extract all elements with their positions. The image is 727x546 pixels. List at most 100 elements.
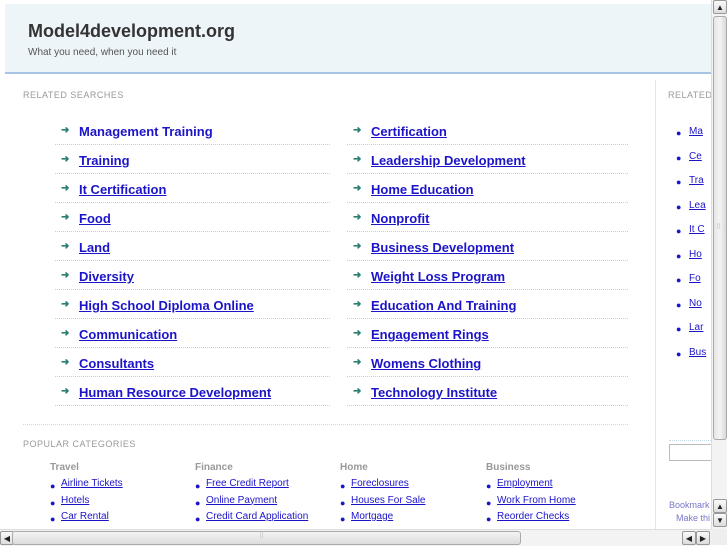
related-search-link[interactable]: It Certification: [79, 182, 166, 197]
scroll-left-arrow-icon[interactable]: ◀: [682, 531, 696, 545]
related-search-item: ➜ Consultants: [55, 348, 330, 377]
category-link[interactable]: Houses For Sale: [351, 495, 425, 506]
right-related-link[interactable]: Lar: [689, 322, 703, 333]
right-related-link[interactable]: Ce: [689, 151, 702, 162]
scroll-up-arrow-icon[interactable]: ▲: [713, 499, 727, 513]
category-link[interactable]: Work From Home: [497, 495, 576, 506]
right-sidebar: RELATED ● Ma ● Ce ● Tra ● Lea ● It C ● Ho ● Fo ● No ● Lar…: [655, 80, 711, 529]
bullet-icon: ●: [676, 250, 682, 261]
page-viewport: Model4development.org What you need, whe…: [0, 0, 711, 529]
related-search-item: ➜ Land: [55, 232, 330, 261]
related-search-link[interactable]: Certification: [371, 124, 447, 139]
category-item: ● Work From Home: [486, 495, 626, 512]
bullet-icon: ●: [676, 299, 682, 310]
grip-icon: ⠿: [716, 224, 721, 231]
related-search-link[interactable]: Land: [79, 240, 110, 255]
related-search-item: ➜ Human Resource Development: [55, 377, 330, 406]
related-searches-left-column: ➜ Management Training ➜ Training ➜ It Certifi…: [55, 116, 330, 406]
category-heading: Home: [340, 462, 368, 473]
related-search-link[interactable]: Technology Institute: [371, 385, 497, 400]
right-related-link[interactable]: Ma: [689, 126, 703, 137]
related-search-link[interactable]: Womens Clothing: [371, 356, 481, 371]
related-search-item: ➜ Engagement Rings: [347, 319, 628, 348]
related-search-link[interactable]: Nonprofit: [371, 211, 429, 226]
arrow-right-icon: ➜: [61, 328, 70, 339]
related-search-item: ➜ Certification: [347, 116, 628, 145]
bullet-icon: ●: [340, 514, 346, 524]
bookmark-link[interactable]: Bookmark: [669, 500, 710, 510]
bullet-icon: ●: [486, 481, 492, 491]
related-search-link[interactable]: Management Training: [79, 124, 213, 139]
right-related-link[interactable]: Fo: [689, 273, 701, 284]
scroll-up-arrow-icon[interactable]: ▲: [713, 0, 727, 14]
category-link[interactable]: Mortgage: [351, 511, 393, 522]
bullet-icon: ●: [195, 514, 201, 524]
related-search-item: ➜ Business Development: [347, 232, 628, 261]
category-link[interactable]: Online Payment: [206, 495, 277, 506]
category-link[interactable]: Employment: [497, 478, 553, 489]
bullet-icon: ●: [195, 481, 201, 491]
category-link[interactable]: Foreclosures: [351, 478, 409, 489]
right-related-link[interactable]: Bus: [689, 347, 706, 358]
bullet-icon: ●: [676, 275, 682, 285]
bullet-icon: ●: [486, 497, 492, 508]
scroll-down-arrow-icon[interactable]: ▼: [713, 513, 727, 527]
category-item: ● Free Credit Report: [195, 478, 335, 495]
related-search-link[interactable]: Communication: [79, 327, 177, 342]
bullet-icon: ●: [340, 497, 346, 508]
right-search-input[interactable]: [669, 444, 711, 461]
scroll-right-arrow-icon[interactable]: ▶: [696, 531, 710, 545]
category-link[interactable]: Reorder Checks: [497, 511, 569, 522]
related-search-link[interactable]: Food: [79, 211, 111, 226]
right-related-link[interactable]: No: [689, 298, 702, 309]
arrow-right-icon: ➜: [61, 270, 70, 281]
related-search-link[interactable]: Human Resource Development: [79, 385, 271, 400]
related-search-link[interactable]: Weight Loss Program: [371, 269, 505, 284]
related-search-link[interactable]: Home Education: [371, 182, 474, 197]
arrow-right-icon: ➜: [61, 386, 70, 397]
related-search-link[interactable]: Business Development: [371, 240, 514, 255]
bullet-icon: ●: [676, 348, 682, 359]
bullet-icon: ●: [676, 128, 682, 138]
related-search-item: ➜ It Certification: [55, 174, 330, 203]
category-link[interactable]: Car Rental: [61, 511, 109, 522]
vertical-scrollbar[interactable]: ▲ ⠿ ▲ ▼: [711, 0, 727, 529]
arrow-right-icon: ➜: [353, 154, 362, 165]
vertical-scroll-thumb[interactable]: ⠿: [713, 16, 727, 440]
arrow-right-icon: ➜: [353, 270, 362, 281]
related-search-link[interactable]: High School Diploma Online: [79, 298, 254, 313]
category-link[interactable]: Hotels: [61, 495, 89, 506]
related-search-item: ➜ Management Training: [55, 116, 330, 145]
category-column: Business ● Employment ● Work From Home ● Reord…: [486, 462, 626, 528]
scrollbar-corner: [711, 529, 727, 545]
category-column: Travel ● Airline Tickets ● Hotels ● Car Rental: [50, 462, 190, 528]
related-search-link[interactable]: Leadership Development: [371, 153, 526, 168]
arrow-right-icon: ➜: [61, 125, 70, 136]
section-divider: [23, 424, 628, 425]
category-link[interactable]: Free Credit Report: [206, 478, 289, 489]
related-searches-right-column: ➜ Certification ➜ Leadership Development ➜ Ho…: [347, 116, 628, 406]
category-link[interactable]: Airline Tickets: [61, 478, 123, 489]
make-homepage-link[interactable]: Make thi: [676, 513, 710, 523]
grip-icon: ⠿: [259, 533, 264, 540]
bullet-icon: ●: [676, 201, 682, 212]
related-search-link[interactable]: Education And Training: [371, 298, 516, 313]
arrow-right-icon: ➜: [61, 183, 70, 194]
right-related-label: RELATED: [668, 90, 711, 100]
right-related-link[interactable]: Lea: [689, 200, 706, 211]
arrow-right-icon: ➜: [353, 125, 362, 136]
arrow-right-icon: ➜: [353, 386, 362, 397]
related-search-link[interactable]: Diversity: [79, 269, 134, 284]
related-search-link[interactable]: Engagement Rings: [371, 327, 489, 342]
horizontal-scrollbar[interactable]: ◀ ⠿ ◀ ▶: [0, 529, 711, 546]
related-search-link[interactable]: Training: [79, 153, 130, 168]
horizontal-scroll-thumb[interactable]: ⠿: [12, 531, 521, 545]
category-link[interactable]: Credit Card Application: [206, 511, 308, 522]
related-search-link[interactable]: Consultants: [79, 356, 154, 371]
bullet-icon: ●: [676, 177, 682, 187]
right-related-link[interactable]: It C: [689, 224, 705, 235]
bullet-icon: ●: [50, 481, 56, 491]
arrow-right-icon: ➜: [61, 299, 70, 310]
right-related-link[interactable]: Ho: [689, 249, 702, 260]
right-related-link[interactable]: Tra: [689, 175, 704, 186]
